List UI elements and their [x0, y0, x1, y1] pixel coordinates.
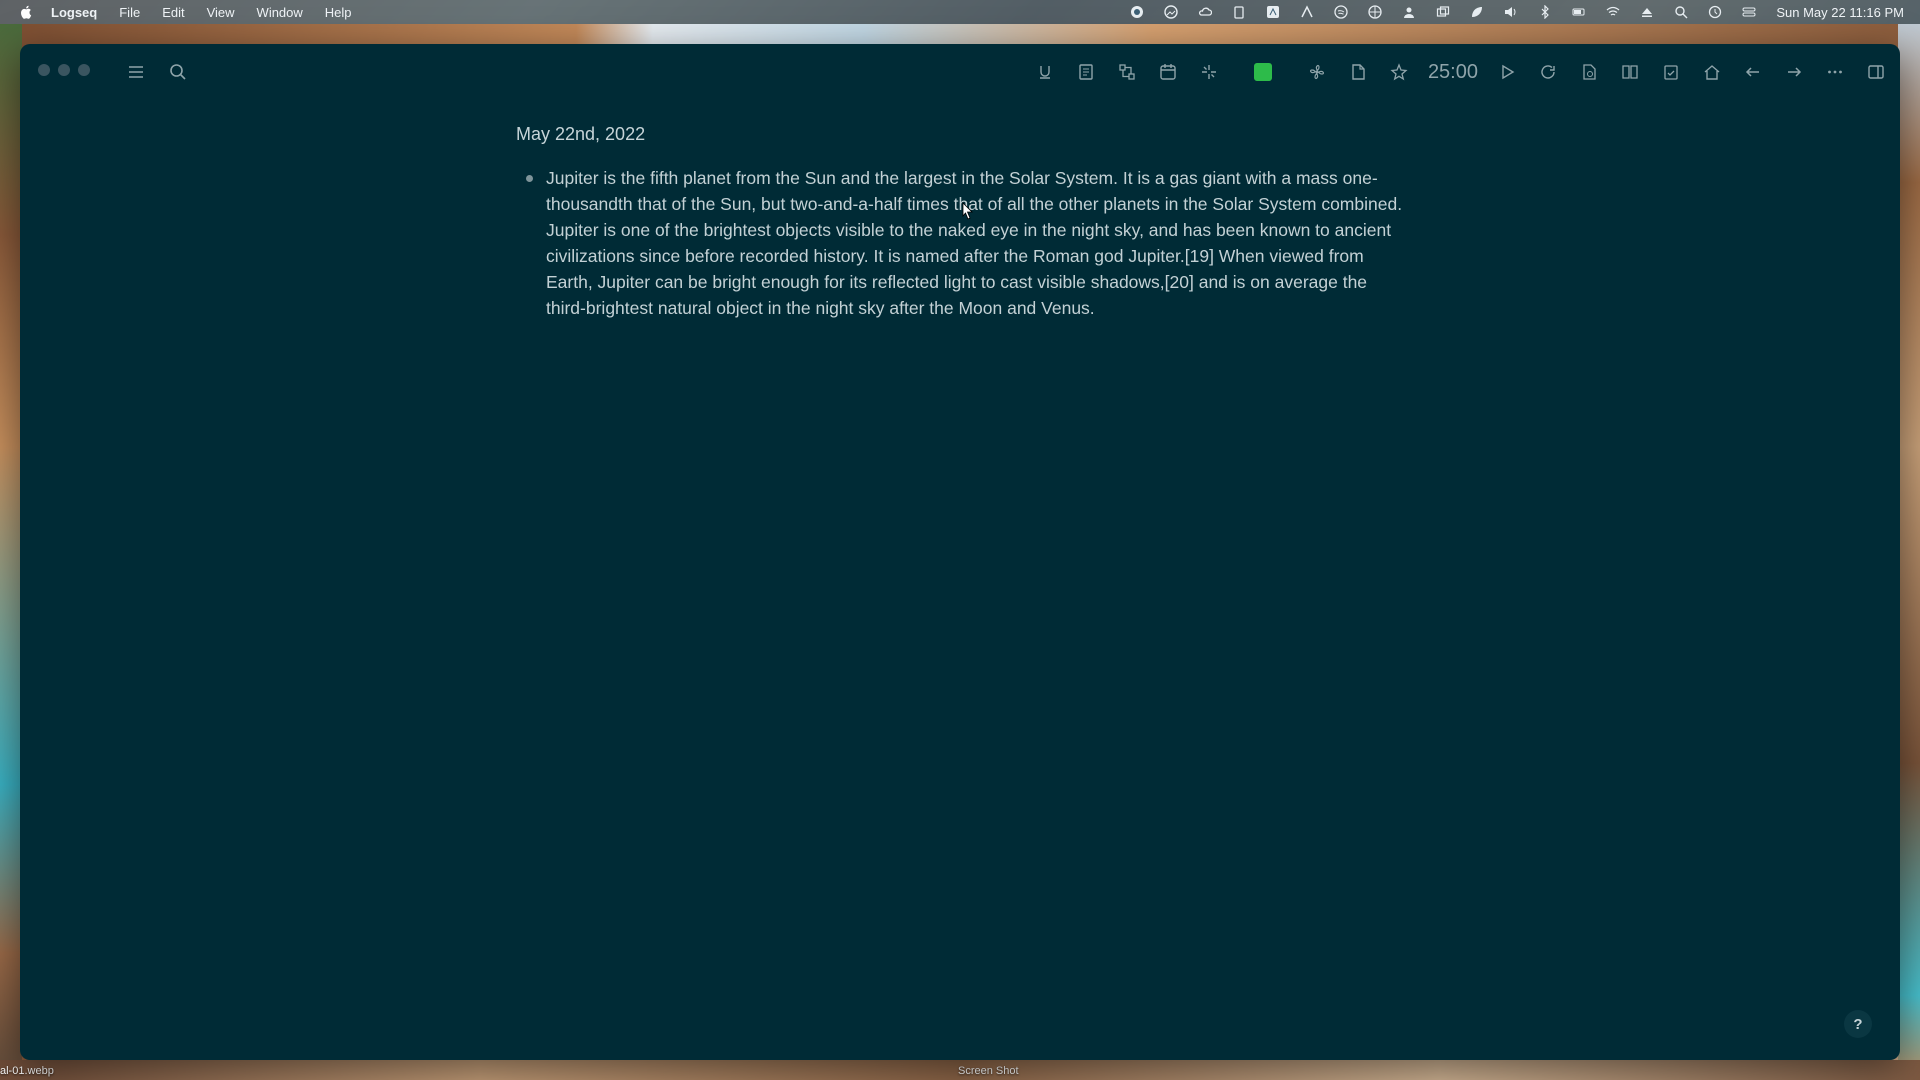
outline-block[interactable]: Jupiter is the fifth planet from the Sun… — [516, 165, 1416, 321]
apple-icon[interactable] — [19, 5, 33, 19]
user-icon[interactable] — [1402, 5, 1416, 19]
desktop-wallpaper-right — [1898, 24, 1920, 1080]
menubar-clock[interactable]: Sun May 22 11:16 PM — [1776, 5, 1904, 20]
underline-icon[interactable] — [1033, 60, 1057, 84]
status-area: Sun May 22 11:16 PM — [1120, 0, 1920, 24]
fan-icon[interactable] — [1305, 60, 1329, 84]
left-toolbar — [124, 60, 190, 84]
photos-icon[interactable] — [1164, 5, 1179, 19]
play-icon[interactable] — [1495, 60, 1519, 84]
more-icon[interactable] — [1823, 60, 1847, 84]
time-machine-icon[interactable] — [1708, 5, 1722, 19]
menu-view[interactable]: View — [207, 5, 235, 20]
book-open-icon[interactable] — [1618, 60, 1642, 84]
search-icon[interactable] — [166, 60, 190, 84]
home-icon[interactable] — [1700, 60, 1724, 84]
pomodoro-timer[interactable]: 25:00 — [1428, 61, 1478, 84]
adobe-icon[interactable] — [1300, 5, 1314, 19]
window-controls — [38, 64, 90, 76]
journal-page: May 22nd, 2022 Jupiter is the fifth plan… — [516, 124, 1416, 321]
right-toolbar: 25:00 — [1033, 60, 1888, 84]
graph-icon[interactable] — [1115, 60, 1139, 84]
arrow-left-icon[interactable] — [1741, 60, 1765, 84]
battery-icon[interactable] — [1572, 5, 1586, 19]
appstore-icon[interactable] — [1266, 5, 1280, 19]
desktop-wallpaper-left — [0, 24, 22, 1080]
volume-icon[interactable] — [1504, 5, 1518, 19]
leaf-icon[interactable] — [1470, 5, 1484, 19]
windows-icon[interactable] — [1436, 5, 1450, 19]
menu-app-name[interactable]: Logseq — [51, 5, 97, 20]
document-icon[interactable] — [1346, 60, 1370, 84]
pomodoro-status-block[interactable] — [1253, 63, 1272, 81]
record-icon[interactable] — [1130, 5, 1144, 19]
right-sidebar-icon[interactable] — [1864, 60, 1888, 84]
block-content[interactable]: Jupiter is the fifth planet from the Sun… — [546, 165, 1406, 321]
desktop-file-label[interactable]: al-01.webp — [0, 1065, 54, 1077]
file-search-icon[interactable] — [1577, 60, 1601, 84]
page-title[interactable]: May 22nd, 2022 — [516, 124, 1416, 145]
close-window-button[interactable] — [38, 64, 50, 76]
help-button[interactable]: ? — [1844, 1010, 1872, 1038]
desktop-wallpaper-bottom: al-01.webp Screen Shot — [0, 1060, 1920, 1080]
spotlight-icon[interactable] — [1674, 5, 1688, 19]
wifi-icon[interactable] — [1606, 5, 1620, 19]
menu-bar: Logseq File Edit View Window Help Sun Ma… — [0, 0, 1920, 24]
vpn-icon[interactable] — [1368, 5, 1382, 19]
sidebar-toggle-icon[interactable] — [124, 60, 148, 84]
refresh-icon[interactable] — [1536, 60, 1560, 84]
menu-help[interactable]: Help — [325, 5, 352, 20]
clipboard-check-icon[interactable] — [1659, 60, 1683, 84]
star-icon[interactable] — [1387, 60, 1411, 84]
calendar-icon[interactable] — [1156, 60, 1180, 84]
control-center-icon[interactable] — [1742, 5, 1756, 19]
eject-icon[interactable] — [1640, 5, 1654, 19]
zoom-window-button[interactable] — [78, 64, 90, 76]
clipboard-icon[interactable] — [1232, 5, 1246, 19]
menu-edit[interactable]: Edit — [162, 5, 184, 20]
arrow-right-icon[interactable] — [1782, 60, 1806, 84]
cloud-icon[interactable] — [1198, 5, 1213, 19]
minimize-window-button[interactable] — [58, 64, 70, 76]
book-icon[interactable] — [1074, 60, 1098, 84]
menu-file[interactable]: File — [119, 5, 140, 20]
logseq-window: 25:00 May 22nd, 2022 Jupiter is the fift… — [20, 44, 1900, 1060]
sparkle-icon[interactable] — [1197, 60, 1221, 84]
spotify-icon[interactable] — [1334, 5, 1348, 19]
menu-window[interactable]: Window — [257, 5, 303, 20]
bluetooth-icon[interactable] — [1538, 5, 1552, 19]
desktop-file-label[interactable]: Screen Shot — [958, 1065, 1019, 1077]
text-cursor-icon — [962, 202, 973, 220]
block-bullet[interactable] — [526, 175, 533, 182]
